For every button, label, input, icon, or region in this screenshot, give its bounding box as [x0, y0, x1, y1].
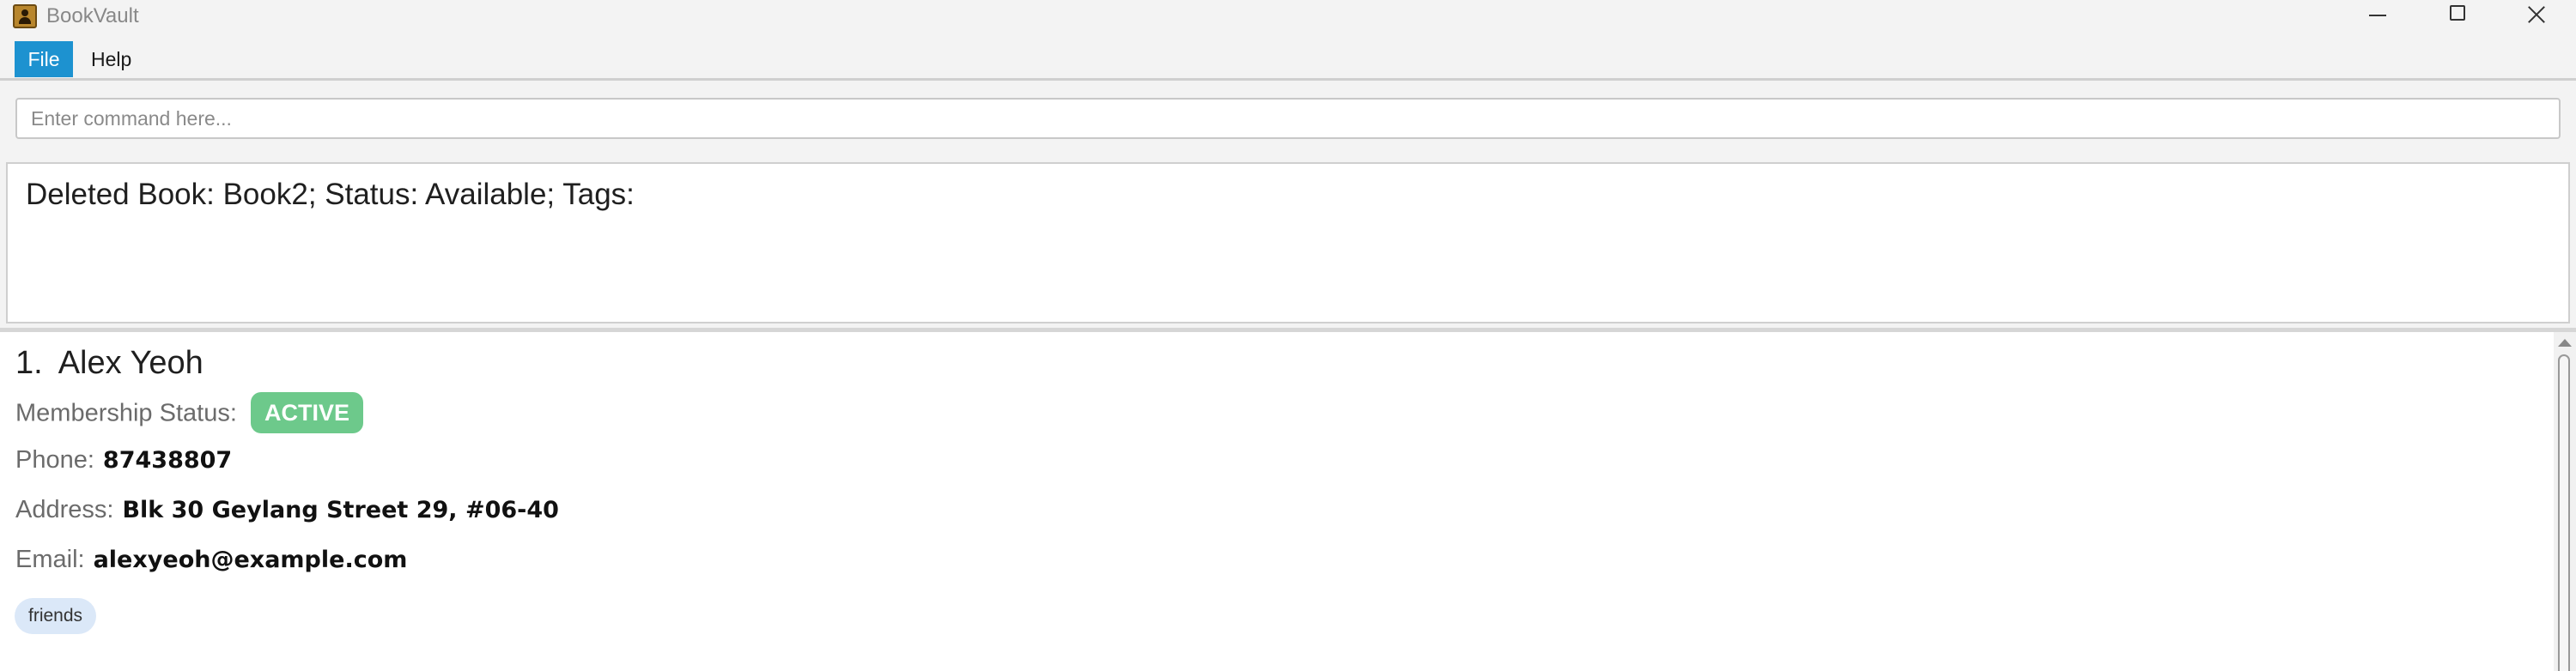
phone-row: Phone: 87438807 [15, 444, 232, 477]
address-label: Address: [15, 496, 114, 523]
membership-label: Membership Status: [15, 399, 237, 427]
address-row: Address: Blk 30 Geylang Street 29, #06-40 [15, 493, 559, 527]
email-label: Email: [15, 546, 85, 573]
menu-file[interactable]: File [15, 41, 73, 77]
phone-value: 87438807 [102, 447, 233, 474]
status-badge: ACTIVE [250, 392, 363, 433]
close-icon[interactable] [2497, 0, 2574, 31]
maximize-icon[interactable] [2420, 0, 2497, 31]
app-icon [13, 4, 37, 28]
command-box [0, 86, 2576, 153]
member-card[interactable]: 1. Alex Yeoh Membership Status: ACTIVE Ph… [0, 332, 2550, 671]
menu-help[interactable]: Help [77, 41, 145, 77]
address-value: Blk 30 Geylang Street 29, #06-40 [122, 497, 559, 523]
command-input[interactable] [15, 98, 2561, 139]
minimize-icon[interactable] [2339, 0, 2416, 31]
phone-label: Phone: [15, 446, 94, 474]
email-row: Email: alexyeoh@example.com [15, 543, 407, 577]
app-window: BookVault File Help Deleted Book: Book2;… [0, 0, 2576, 671]
menu-bar: File Help [0, 38, 2576, 81]
scroll-up-icon[interactable] [2558, 339, 2572, 347]
window-title: BookVault [46, 4, 139, 27]
member-index: 1. [15, 345, 43, 381]
list-scrollbar[interactable] [2554, 332, 2576, 671]
result-display[interactable]: Deleted Book: Book2; Status: Available; … [6, 162, 2570, 323]
member-list[interactable]: 1. Alex Yeoh Membership Status: ACTIVE Ph… [0, 328, 2576, 671]
tag-chip: friends [15, 598, 97, 634]
membership-row: Membership Status: ACTIVE [15, 392, 363, 435]
result-message: Deleted Book: Book2; Status: Available; … [26, 178, 635, 211]
scroll-thumb[interactable] [2558, 354, 2570, 671]
title-bar: BookVault [0, 0, 2576, 38]
member-name: Alex Yeoh [58, 345, 204, 381]
email-value: alexyeoh@example.com [93, 547, 408, 573]
member-name-row: 1. Alex Yeoh [15, 342, 204, 384]
